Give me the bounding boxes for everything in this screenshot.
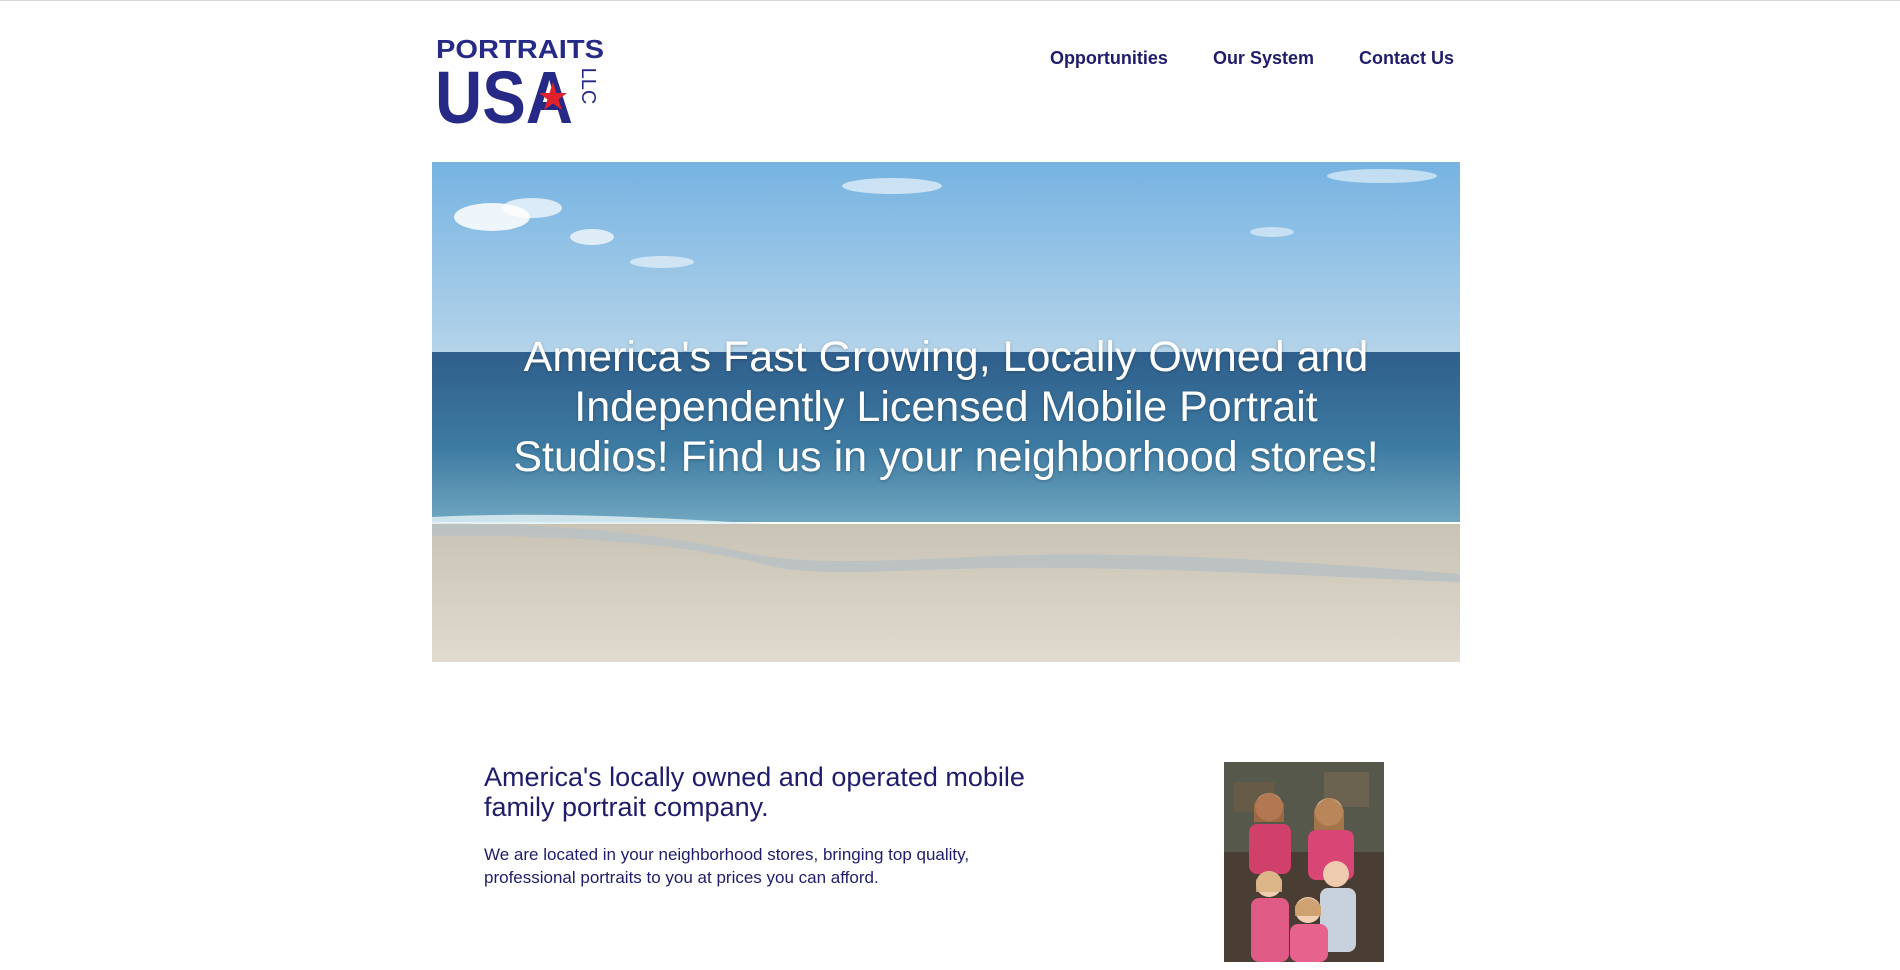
family-photo-image (1224, 762, 1384, 962)
main-nav: Opportunities Our System Contact Us (1050, 48, 1454, 69)
nav-contact-us[interactable]: Contact Us (1359, 48, 1454, 69)
hero-banner: America's Fast Growing, Locally Owned an… (432, 162, 1460, 662)
logo-suffix-text: LLC (577, 68, 599, 105)
nav-opportunities[interactable]: Opportunities (1050, 48, 1168, 69)
logo-graphic: PORTRAITS USA LLC (435, 34, 604, 139)
hero-headline: America's Fast Growing, Locally Owned an… (513, 333, 1379, 481)
intro-body: We are located in your neighborhood stor… (484, 845, 970, 887)
nav-our-system[interactable]: Our System (1213, 48, 1314, 69)
portraits-usa-logo[interactable]: PORTRAITS USA LLC (435, 34, 607, 139)
intro-heading: America's locally owned and operated mob… (484, 762, 1025, 822)
top-divider (0, 0, 1900, 1)
family-portrait-photo (1224, 762, 1384, 962)
